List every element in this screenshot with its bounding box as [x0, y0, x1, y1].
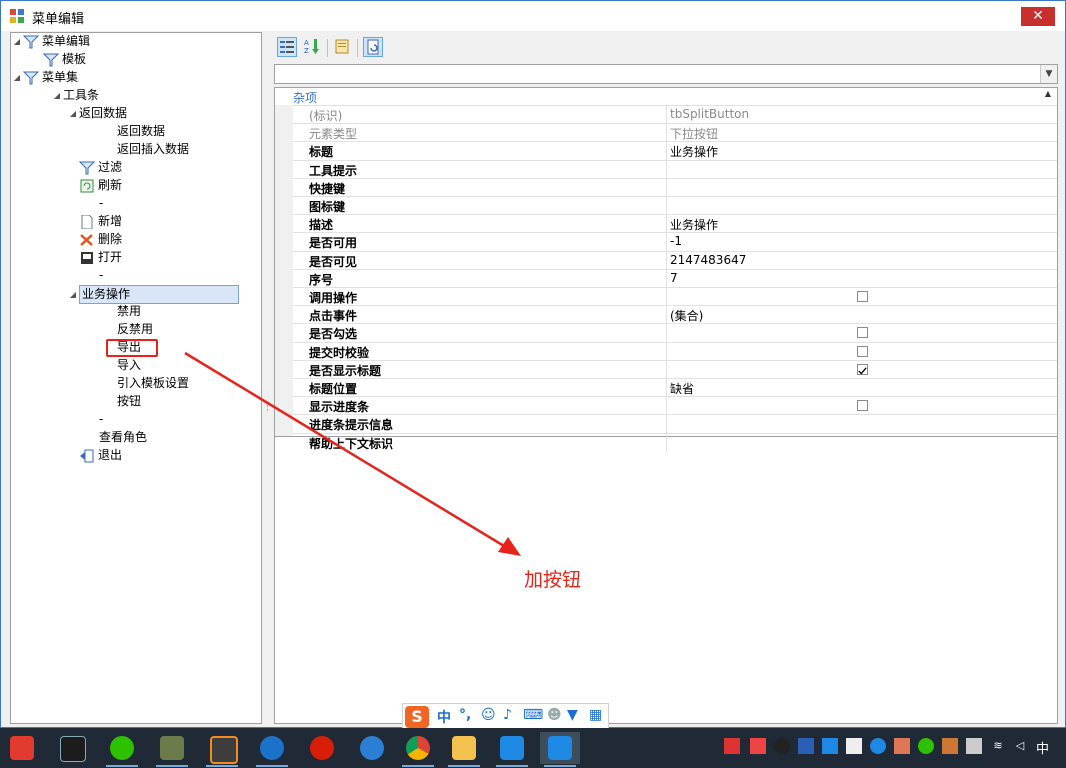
sublime-icon[interactable]: [202, 732, 242, 767]
tray-icon-7[interactable]: [870, 738, 886, 754]
ime-punct-toggle[interactable]: °,: [459, 707, 471, 723]
taskbar-app-blue-2[interactable]: [540, 732, 580, 767]
ime-toolbar: S 中 °, ☺ ♪ ⌨ ☻ ▼ ▦: [402, 703, 609, 730]
qq-icon[interactable]: [774, 738, 790, 754]
skin-icon[interactable]: ▼: [567, 707, 578, 723]
microphone-icon[interactable]: ♪: [503, 707, 512, 723]
user-icon[interactable]: ☻: [547, 707, 562, 723]
netease-music-icon[interactable]: [302, 732, 342, 764]
toolbox-icon[interactable]: ▦: [589, 707, 602, 723]
keyboard-icon[interactable]: ⌨: [523, 707, 543, 723]
tray-icon-2[interactable]: [750, 738, 766, 754]
tools-icon[interactable]: [152, 732, 192, 767]
volume-icon[interactable]: ◁: [1012, 738, 1028, 754]
taskbar-app-1[interactable]: [52, 732, 92, 764]
sogou-logo[interactable]: S: [405, 706, 429, 728]
ime-lang-toggle[interactable]: 中: [437, 707, 451, 727]
feishu-icon[interactable]: [352, 732, 392, 764]
battery-icon[interactable]: [966, 738, 982, 754]
annotation-arrow: [184, 351, 521, 556]
start-button[interactable]: [2, 732, 42, 764]
wechat-icon[interactable]: [102, 732, 142, 767]
taskbar: ≋ ◁ 中: [0, 728, 1066, 768]
tray-icon-1[interactable]: [724, 738, 740, 754]
tray-icon-10[interactable]: [942, 738, 958, 754]
shield-icon[interactable]: [846, 738, 862, 754]
tray-icon-8[interactable]: [894, 738, 910, 754]
word-icon[interactable]: [798, 738, 814, 754]
wechat-tray-icon[interactable]: [918, 738, 934, 754]
sogou-browser-icon[interactable]: [252, 732, 292, 767]
menu-editor-window: 菜单编辑 ✕ ◢ 菜单编辑 模板 ◢ 菜单集 ◢ 工具条 ◢ 返回数据 返回数据 返回插入数据 过滤刷…: [0, 0, 1066, 728]
taskbar-app-blue-1[interactable]: [492, 732, 532, 767]
annotation-text: 加按钮: [524, 569, 582, 591]
emoji-icon[interactable]: ☺: [481, 707, 496, 723]
tray-icon-5[interactable]: [822, 738, 838, 754]
file-explorer-icon[interactable]: [444, 732, 484, 767]
chrome-icon[interactable]: [398, 732, 438, 767]
wifi-icon[interactable]: ≋: [990, 738, 1006, 754]
input-indicator[interactable]: 中: [1036, 738, 1049, 757]
